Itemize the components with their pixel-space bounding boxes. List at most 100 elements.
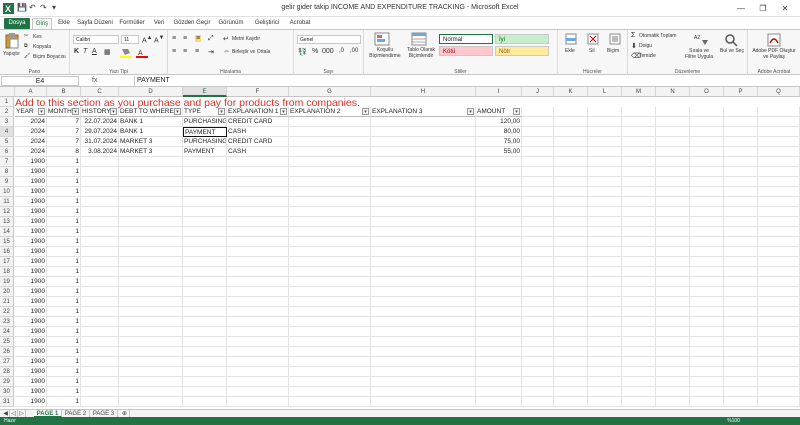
- cell[interactable]: [522, 207, 554, 217]
- wrap-text-icon[interactable]: ↵: [223, 35, 229, 43]
- cell[interactable]: [476, 397, 522, 407]
- column-header-i[interactable]: I: [476, 87, 522, 97]
- cell[interactable]: [289, 157, 371, 167]
- cell[interactable]: [522, 327, 554, 337]
- cell[interactable]: [522, 107, 554, 117]
- cell[interactable]: [622, 157, 656, 167]
- cell[interactable]: [724, 147, 758, 157]
- style-bad[interactable]: Kötü: [439, 46, 493, 56]
- cell[interactable]: [656, 297, 690, 307]
- cell[interactable]: [183, 237, 227, 247]
- cell[interactable]: [690, 337, 724, 347]
- cell[interactable]: [690, 207, 724, 217]
- cell[interactable]: [622, 207, 656, 217]
- cell[interactable]: [690, 387, 724, 397]
- cell[interactable]: [690, 217, 724, 227]
- column-header-n[interactable]: N: [656, 87, 690, 97]
- cell[interactable]: [227, 357, 289, 367]
- cell[interactable]: [183, 357, 227, 367]
- amount-cell[interactable]: 55,00: [476, 147, 522, 157]
- year-cell[interactable]: 1900: [15, 347, 47, 357]
- cell[interactable]: [588, 157, 622, 167]
- cell[interactable]: [522, 287, 554, 297]
- cell[interactable]: [289, 227, 371, 237]
- year-cell[interactable]: 1900: [15, 377, 47, 387]
- cell[interactable]: [289, 217, 371, 227]
- cell[interactable]: [119, 207, 183, 217]
- cell[interactable]: [554, 237, 588, 247]
- cell[interactable]: [289, 187, 371, 197]
- cell[interactable]: [724, 137, 758, 147]
- year-cell[interactable]: 1900: [15, 397, 47, 407]
- month-cell[interactable]: 1: [47, 157, 81, 167]
- cell[interactable]: [758, 377, 800, 387]
- cell[interactable]: [622, 267, 656, 277]
- cell[interactable]: [656, 127, 690, 137]
- cell[interactable]: [656, 267, 690, 277]
- cell[interactable]: [476, 297, 522, 307]
- type-cell[interactable]: PAYMENT: [183, 147, 227, 157]
- cell[interactable]: [81, 227, 119, 237]
- debt-cell[interactable]: MARKET 3: [119, 137, 183, 147]
- worksheet-grid[interactable]: ABCDEFGHIJKLMNOPQ 1 2 3 4 5 6 7 8 9 10 11 12 13 14 15 1…: [0, 87, 800, 409]
- currency-icon[interactable]: 💱: [298, 48, 307, 56]
- year-cell[interactable]: 1900: [15, 277, 47, 287]
- cell[interactable]: [522, 277, 554, 287]
- row-header[interactable]: 17: [0, 257, 14, 267]
- cell[interactable]: [227, 167, 289, 177]
- cell[interactable]: [554, 247, 588, 257]
- cell[interactable]: [119, 367, 183, 377]
- cell[interactable]: [119, 247, 183, 257]
- column-header-o[interactable]: O: [690, 87, 724, 97]
- row-header[interactable]: 16: [0, 247, 14, 257]
- fill-icon[interactable]: ⬇: [631, 42, 637, 50]
- cell[interactable]: [588, 307, 622, 317]
- cell[interactable]: [522, 297, 554, 307]
- cell[interactable]: [371, 217, 476, 227]
- month-cell[interactable]: 8: [47, 147, 81, 157]
- grow-font-icon[interactable]: A▲: [142, 35, 152, 44]
- cell[interactable]: [371, 197, 476, 207]
- cell[interactable]: [476, 207, 522, 217]
- fill-button[interactable]: Dolgu: [639, 43, 652, 49]
- insert-function-icon[interactable]: fx: [92, 76, 122, 86]
- filter-dropdown-icon[interactable]: ▾: [513, 108, 520, 115]
- row-header[interactable]: 20: [0, 287, 14, 297]
- cell[interactable]: [622, 127, 656, 137]
- year-cell[interactable]: 1900: [15, 307, 47, 317]
- font-name-combo[interactable]: Calibri: [73, 35, 119, 44]
- cell[interactable]: [588, 397, 622, 407]
- format-cells-button[interactable]: Biçim: [607, 48, 619, 54]
- row-header[interactable]: 22: [0, 307, 14, 317]
- cell[interactable]: [758, 297, 800, 307]
- cell[interactable]: [588, 327, 622, 337]
- cell[interactable]: [371, 207, 476, 217]
- cell[interactable]: [554, 107, 588, 117]
- cell[interactable]: [119, 167, 183, 177]
- cell[interactable]: [371, 257, 476, 267]
- cell[interactable]: [656, 287, 690, 297]
- comma-style-icon[interactable]: 000: [322, 48, 334, 55]
- year-cell[interactable]: 1900: [15, 167, 47, 177]
- cell[interactable]: [289, 237, 371, 247]
- cell[interactable]: [554, 257, 588, 267]
- cell[interactable]: [183, 177, 227, 187]
- cell[interactable]: [119, 177, 183, 187]
- cell[interactable]: [554, 147, 588, 157]
- year-cell[interactable]: 1900: [15, 157, 47, 167]
- cell[interactable]: [522, 137, 554, 147]
- cell[interactable]: [371, 357, 476, 367]
- cell[interactable]: [183, 197, 227, 207]
- cell[interactable]: [183, 337, 227, 347]
- cell[interactable]: [227, 317, 289, 327]
- cell[interactable]: [656, 397, 690, 407]
- cell[interactable]: [183, 277, 227, 287]
- cell[interactable]: [554, 177, 588, 187]
- row-header[interactable]: 11: [0, 197, 14, 207]
- cell[interactable]: [690, 377, 724, 387]
- cell[interactable]: [758, 277, 800, 287]
- cell[interactable]: [758, 367, 800, 377]
- cell[interactable]: [289, 347, 371, 357]
- cell[interactable]: [81, 197, 119, 207]
- cell[interactable]: [588, 177, 622, 187]
